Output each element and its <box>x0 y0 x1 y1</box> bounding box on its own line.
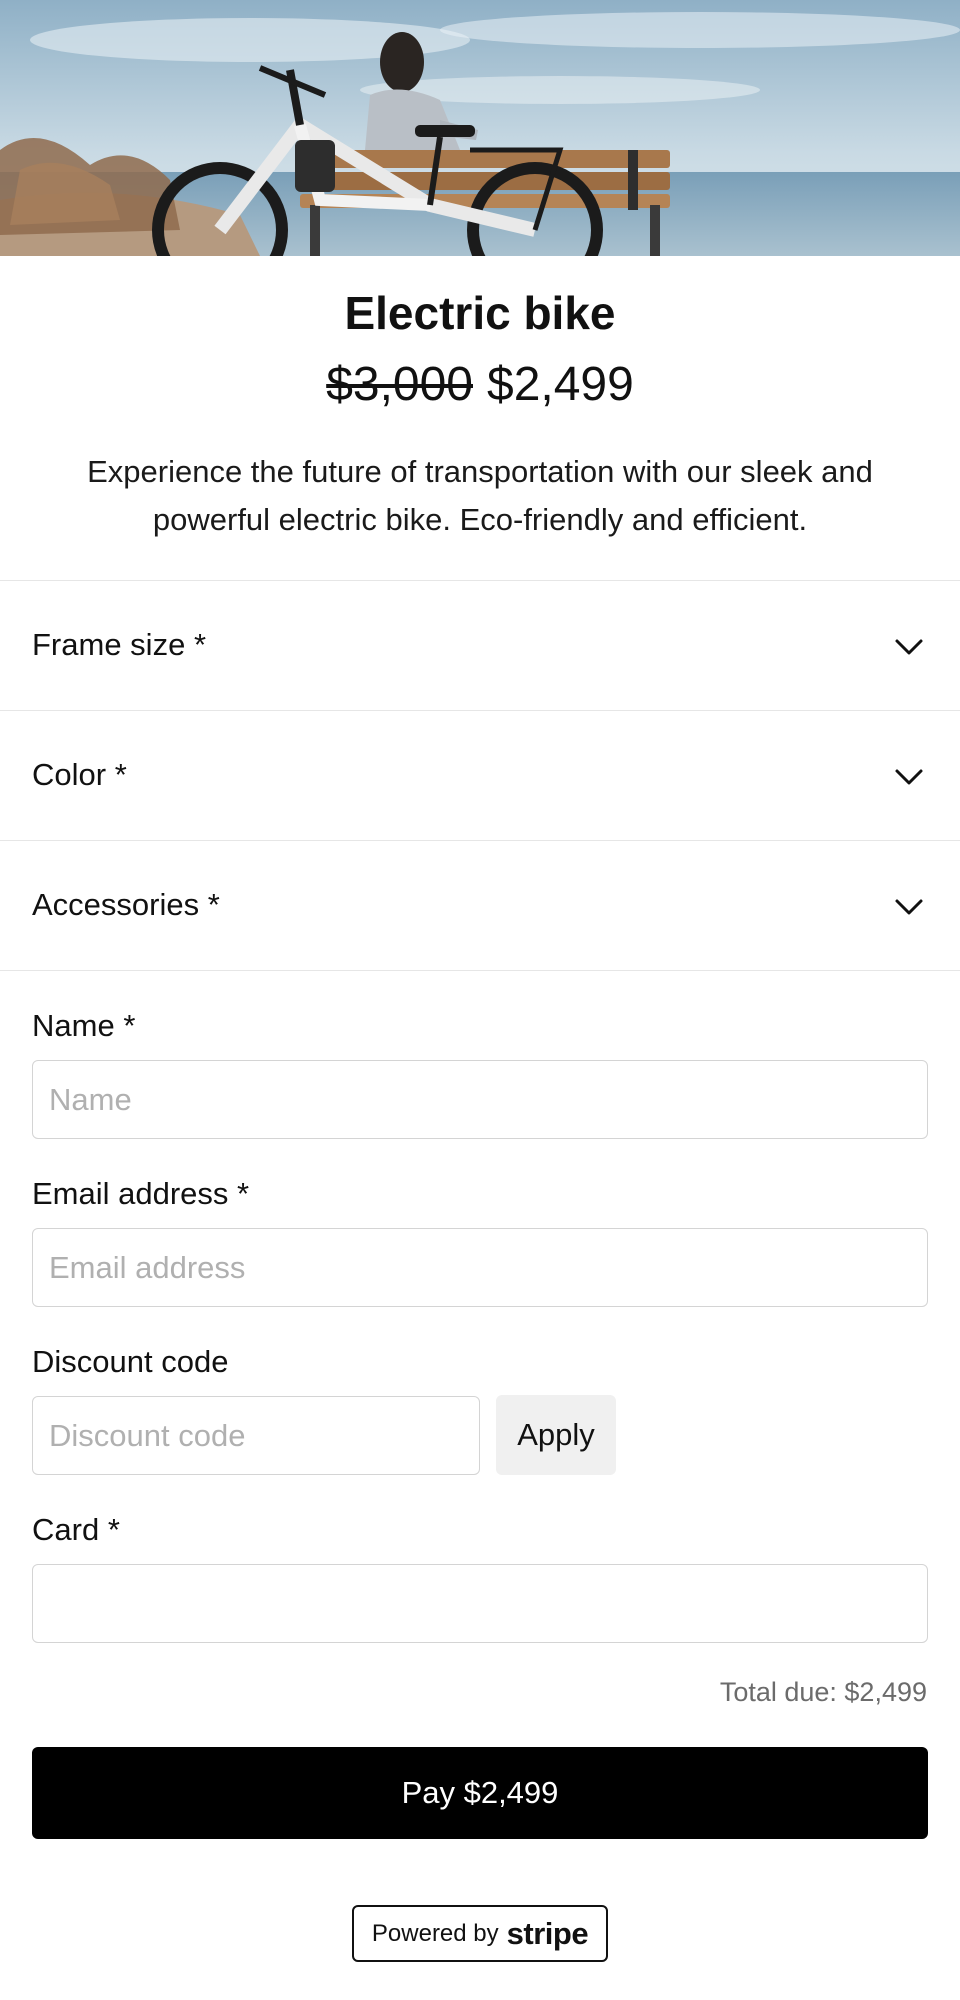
sale-price: $2,499 <box>487 358 634 411</box>
product-image <box>0 0 960 256</box>
discount-input[interactable] <box>32 1396 480 1475</box>
divider <box>0 970 960 971</box>
total-due: Total due: $2,499 <box>719 1677 927 1707</box>
stripe-logo: stripe <box>506 1915 589 1951</box>
option-label: Color * <box>32 757 127 792</box>
name-input[interactable] <box>32 1060 928 1139</box>
pay-button[interactable]: Pay $2,499 <box>32 1747 928 1839</box>
product-title: Electric bike <box>344 287 616 339</box>
email-input[interactable] <box>32 1228 928 1307</box>
price-row: $3,000 $2,499 <box>0 357 960 412</box>
chevron-down-icon <box>895 899 923 915</box>
card-label: Card * <box>32 1512 120 1547</box>
powered-by-text: Powered by <box>371 1919 499 1947</box>
chevron-down-icon <box>895 769 923 785</box>
bike-photo-illustration <box>0 0 960 256</box>
original-price: $3,000 <box>326 358 473 411</box>
apply-discount-button[interactable]: Apply <box>496 1395 616 1475</box>
card-input[interactable] <box>32 1564 928 1643</box>
name-label: Name * <box>32 1008 136 1043</box>
option-label: Frame size * <box>32 627 207 662</box>
option-color[interactable]: Color * <box>0 710 960 840</box>
discount-label: Discount code <box>32 1344 229 1379</box>
email-label: Email address * <box>32 1176 250 1211</box>
chevron-down-icon <box>895 639 923 655</box>
product-description: Experience the future of transportation … <box>87 454 873 537</box>
powered-by-stripe-badge[interactable]: Powered by stripe <box>352 1905 608 1962</box>
option-label: Accessories * <box>32 887 220 922</box>
option-frame-size[interactable]: Frame size * <box>0 580 960 710</box>
option-accessories[interactable]: Accessories * <box>0 840 960 970</box>
